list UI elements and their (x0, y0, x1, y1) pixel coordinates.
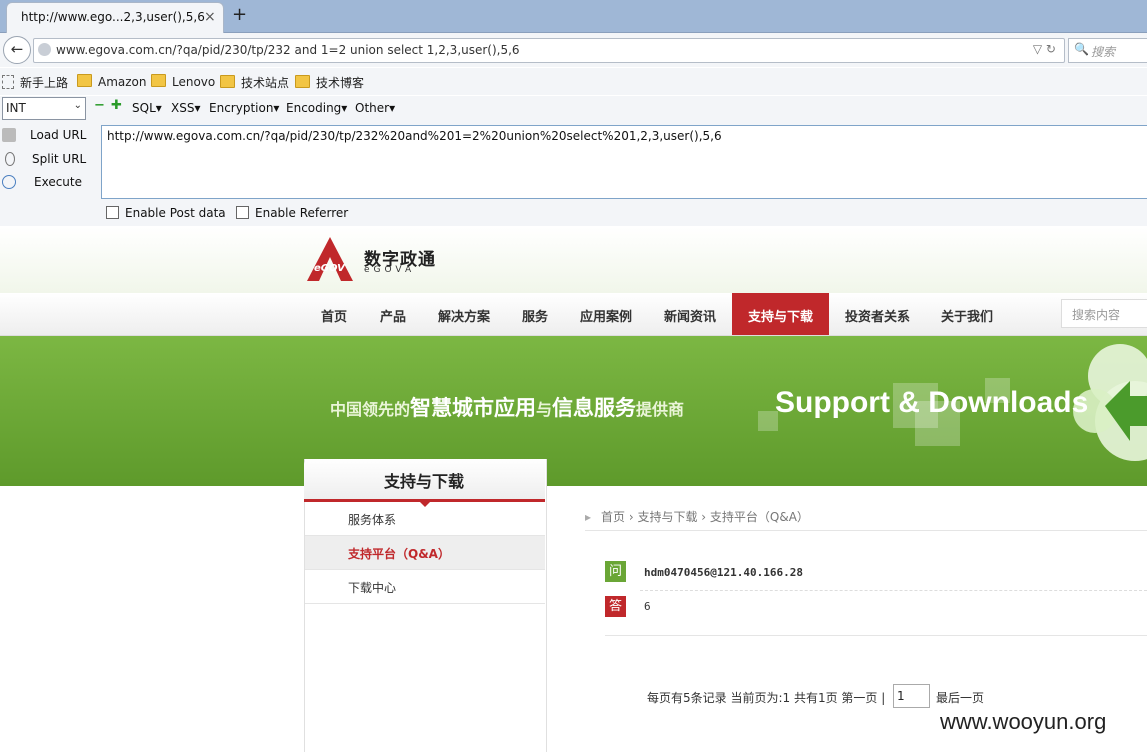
logo-subtitle: eGOVA (364, 265, 416, 275)
bookmark-item[interactable]: Amazon (77, 74, 147, 89)
divider (605, 635, 1147, 636)
site-search-input[interactable]: 搜索内容 (1061, 299, 1147, 328)
checkbox-box (236, 206, 249, 219)
page-number-value: 1 (897, 689, 905, 703)
hackbar-url-text: http://www.egova.com.cn/?qa/pid/230/tp/2… (107, 129, 722, 143)
question-badge: 问 (605, 561, 626, 582)
answer-badge: 答 (605, 596, 626, 617)
caret-right-icon: ▸ (585, 510, 592, 524)
enable-post-label: Enable Post data (125, 206, 226, 220)
chevron-down-icon: ⌄ (73, 100, 82, 111)
type-select[interactable]: INT ⌄ (2, 97, 86, 120)
watermark: www.wooyun.org (940, 709, 1107, 734)
nav-investors[interactable]: 投资者关系 (845, 306, 910, 325)
sidebar-title: 支持与下载 (384, 472, 465, 491)
hackbar-url-textarea[interactable]: http://www.egova.com.cn/?qa/pid/230/tp/2… (101, 125, 1147, 199)
site-search-placeholder: 搜索内容 (1072, 308, 1121, 322)
enable-referrer-label: Enable Referrer (255, 206, 349, 220)
bookmark-item[interactable]: 技术站点 (220, 74, 289, 91)
address-bar[interactable]: www.egova.com.cn/?qa/pid/230/tp/232 and … (33, 38, 1065, 63)
banner-title: Support & Downloads (775, 386, 1089, 419)
banner-slogan: 中国领先的智慧城市应用与信息服务提供商 (330, 396, 685, 420)
close-tab-icon[interactable]: × (204, 9, 216, 25)
plus-icon[interactable]: ✚ (111, 98, 122, 113)
folder-icon (220, 75, 235, 88)
split-url-button[interactable]: Split URL (2, 152, 86, 166)
bookmark-label: 技术博客 (316, 76, 365, 90)
site-header (0, 227, 1147, 293)
xss-menu[interactable]: XSS▾ (171, 101, 200, 115)
bookmark-item[interactable]: Lenovo (151, 74, 215, 89)
load-url-button[interactable]: Load URL (2, 128, 86, 142)
browser-search-input[interactable]: 🔍 搜索 (1068, 38, 1147, 63)
new-tab-button[interactable]: + (232, 4, 247, 25)
sidebar-item-qa[interactable]: 支持平台（Q&A） (305, 536, 545, 570)
sidebar-item-label: 支持平台（Q&A） (348, 547, 450, 561)
enable-referrer-checkbox[interactable]: Enable Referrer (236, 206, 348, 220)
bookmark-label: Amazon (98, 75, 147, 89)
minus-icon[interactable]: − (94, 98, 105, 113)
nav-home[interactable]: 首页 (321, 306, 347, 325)
execute-button[interactable]: Execute (2, 175, 82, 189)
checkbox-box (106, 206, 119, 219)
egov-logo-icon[interactable]: eGOV (305, 235, 355, 283)
question-text: hdm0470456@121.40.166.28 (644, 566, 803, 579)
sidebar-header: 支持与下载 (304, 459, 545, 507)
nav-support[interactable]: 支持与下载 (732, 293, 829, 335)
divider (585, 530, 1147, 531)
bookmark-label: Lenovo (172, 75, 216, 89)
enable-post-checkbox[interactable]: Enable Post data (106, 206, 226, 220)
reload-icon[interactable]: ▽ ↻ (1033, 42, 1056, 56)
nav-news[interactable]: 新闻资讯 (664, 306, 716, 325)
folder-icon (151, 74, 166, 87)
pager-info: 每页有5条记录 当前页为:1 共有1页 第一页 | (647, 691, 886, 705)
back-button[interactable]: ← (3, 36, 31, 64)
load-url-label: Load URL (30, 128, 87, 142)
execute-label: Execute (34, 175, 82, 189)
play-icon (2, 175, 16, 189)
back-arrow-icon: ← (10, 40, 24, 58)
answer-text: 6 (644, 600, 651, 613)
address-text: www.egova.com.cn/?qa/pid/230/tp/232 and … (56, 43, 520, 57)
bookmark-label: 技术站点 (241, 76, 290, 90)
browser-tab[interactable]: http://www.ego...2,3,user(),5,6 × (6, 2, 224, 33)
nav-cases[interactable]: 应用案例 (580, 306, 632, 325)
encryption-menu[interactable]: Encryption▾ (209, 101, 279, 115)
nav-services[interactable]: 服务 (522, 306, 548, 325)
last-page-link[interactable]: 最后一页 (936, 689, 984, 706)
tab-title: http://www.ego...2,3,user(),5,6 (21, 10, 205, 24)
sql-menu[interactable]: SQL▾ (132, 101, 162, 115)
page-number-input[interactable]: 1 (893, 684, 930, 708)
breadcrumb: ▸ 首页 › 支持与下载 › 支持平台（Q&A） (585, 508, 809, 525)
page-icon (2, 75, 14, 89)
split-url-label: Split URL (32, 152, 87, 166)
load-icon (2, 128, 16, 142)
breadcrumb-text[interactable]: 首页 › 支持与下载 › 支持平台（Q&A） (601, 510, 809, 524)
scissors-icon (5, 152, 15, 166)
nav-solutions[interactable]: 解决方案 (438, 306, 490, 325)
divider (640, 590, 1147, 591)
bookmark-label: 新手上路 (20, 76, 69, 90)
sidebar-item-label: 下载中心 (348, 581, 397, 595)
type-select-value: INT (6, 101, 26, 115)
folder-icon (77, 74, 92, 87)
sidebar-item-downloads[interactable]: 下载中心 (305, 570, 545, 604)
other-menu[interactable]: Other▾ (355, 101, 395, 115)
folder-icon (295, 75, 310, 88)
nav-support-label: 支持与下载 (748, 310, 814, 325)
search-icon: 🔍 (1074, 42, 1089, 56)
bookmark-item[interactable]: 技术博客 (295, 74, 364, 91)
sidebar-item-label: 服务体系 (348, 513, 397, 527)
nav-about[interactable]: 关于我们 (941, 306, 993, 325)
encoding-menu[interactable]: Encoding▾ (286, 101, 347, 115)
bookmark-item[interactable]: 新手上路 (2, 74, 68, 91)
search-placeholder: 搜索 (1091, 45, 1116, 59)
logo-mark-text: eGOV (314, 263, 346, 274)
globe-icon (38, 43, 51, 56)
nav-products[interactable]: 产品 (380, 306, 406, 325)
sidebar-item-service-system[interactable]: 服务体系 (305, 502, 545, 536)
